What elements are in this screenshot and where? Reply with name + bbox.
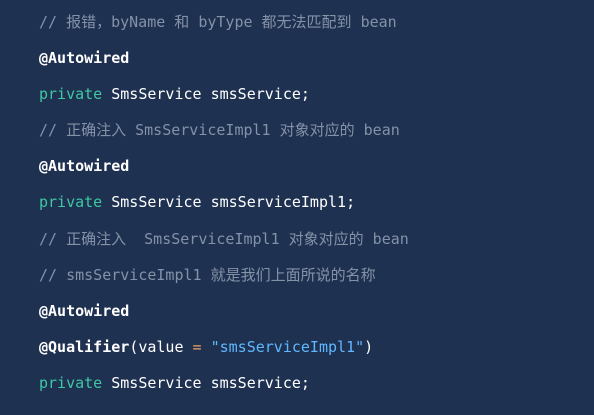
equals-operator: =	[192, 337, 202, 356]
code-annotation-line: @Autowired	[0, 148, 594, 184]
annotation-text: @Autowired	[39, 301, 130, 320]
code-field-declaration-line: private SmsService smsService;	[0, 76, 594, 112]
keyword-text: private	[39, 373, 103, 392]
close-paren: )	[364, 337, 374, 356]
string-literal: "smsServiceImpl1"	[210, 337, 365, 356]
identifier-text: smsServiceImpl1	[210, 193, 347, 212]
comment-text: // smsServiceImpl1 就是我们上面所说的名称	[39, 265, 376, 284]
param-name: value	[138, 337, 184, 356]
open-paren: (	[129, 337, 139, 356]
identifier-text: smsService	[210, 85, 301, 104]
annotation-text: @Qualifier	[39, 337, 130, 356]
annotation-text: @Autowired	[39, 49, 130, 68]
comment-text: // 报错，byName 和 byType 都无法匹配到 bean	[39, 13, 397, 31]
semicolon: ;	[300, 85, 310, 104]
comment-text: // 正确注入 SmsServiceImpl1 对象对应的 bean	[39, 229, 409, 248]
keyword-text: private	[39, 193, 103, 212]
code-annotation-line: @Autowired	[0, 40, 594, 76]
code-annotation-line: @Autowired	[0, 293, 594, 329]
type-text: SmsService	[111, 373, 202, 392]
code-block: // 报错，byName 和 byType 都无法匹配到 bean @Autow…	[0, 0, 594, 415]
code-comment-line: // 正确注入 SmsServiceImpl1 对象对应的 bean	[0, 221, 594, 257]
type-text: SmsService	[111, 193, 202, 212]
semicolon: ;	[300, 373, 310, 392]
code-field-declaration-line: private SmsService smsService;	[0, 365, 594, 401]
type-text: SmsService	[111, 85, 202, 104]
code-qualifier-line: @Qualifier(value = "smsServiceImpl1")	[0, 329, 594, 365]
comment-text: // 正确注入 SmsServiceImpl1 对象对应的 bean	[39, 121, 400, 140]
semicolon: ;	[346, 193, 356, 212]
code-comment-line: // 正确注入 SmsServiceImpl1 对象对应的 bean	[0, 112, 594, 148]
code-comment-line: // smsServiceImpl1 就是我们上面所说的名称	[0, 257, 594, 293]
code-comment-line: // 报错，byName 和 byType 都无法匹配到 bean	[0, 4, 594, 40]
identifier-text: smsService	[210, 373, 301, 392]
keyword-text: private	[39, 85, 103, 104]
code-field-declaration-line: private SmsService smsServiceImpl1;	[0, 184, 594, 220]
annotation-text: @Autowired	[39, 157, 130, 176]
